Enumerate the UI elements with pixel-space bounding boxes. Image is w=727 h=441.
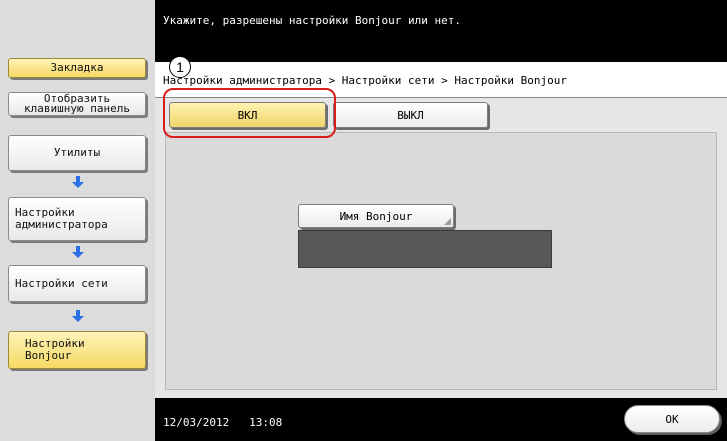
breadcrumb-text: Настройки администратора > Настройки сет… [163, 74, 567, 87]
date: 12/03/2012 [163, 416, 230, 429]
admin-settings-label-line2: администратора [15, 218, 108, 231]
corner-indicator-icon [444, 218, 451, 225]
bookmark-button[interactable]: Закладка [8, 58, 146, 78]
datetime: 12/03/2012 13:08 [163, 416, 282, 429]
admin-settings-button[interactable]: Настройки администратора [8, 197, 146, 241]
bonjour-name-value-field [298, 230, 552, 268]
arrow-down-icon [72, 310, 84, 322]
arrow-down-icon [72, 246, 84, 258]
instruction-message: Укажите, разрешены настройки Bonjour или… [163, 14, 462, 27]
off-button[interactable]: ВЫКЛ [333, 102, 488, 128]
ok-button-label: OK [665, 412, 679, 426]
bookmark-label: Закладка [50, 61, 104, 74]
utilities-label: Утилиты [53, 146, 101, 159]
bonjour-settings-button[interactable]: Настройки Bonjour [8, 331, 146, 369]
network-settings-label: Настройки сети [15, 276, 108, 290]
show-keypad-button[interactable]: Отобразить клавишную панель [8, 92, 146, 116]
highlight-frame [163, 88, 336, 138]
time: 13:08 [249, 416, 283, 429]
bonjour-name-button[interactable]: Имя Bonjour [298, 204, 454, 228]
utilities-button[interactable]: Утилиты [8, 135, 146, 171]
bonjour-name-button-label: Имя Bonjour [339, 209, 413, 223]
callout-number-text: 1 [176, 59, 184, 75]
off-button-label: ВЫКЛ [397, 108, 424, 122]
bonjour-settings-label-line2: Bonjour [25, 349, 72, 362]
arrow-down-icon [72, 176, 84, 188]
ok-button[interactable]: OK [624, 405, 720, 433]
message-bar: Укажите, разрешены настройки Bonjour или… [155, 0, 727, 62]
left-navigation-panel: Закладка Отобразить клавишную панель Ути… [0, 0, 155, 441]
callout-number: 1 [169, 56, 191, 78]
show-keypad-label-line2: клавишную панель [24, 102, 130, 115]
network-settings-button[interactable]: Настройки сети [8, 265, 146, 302]
